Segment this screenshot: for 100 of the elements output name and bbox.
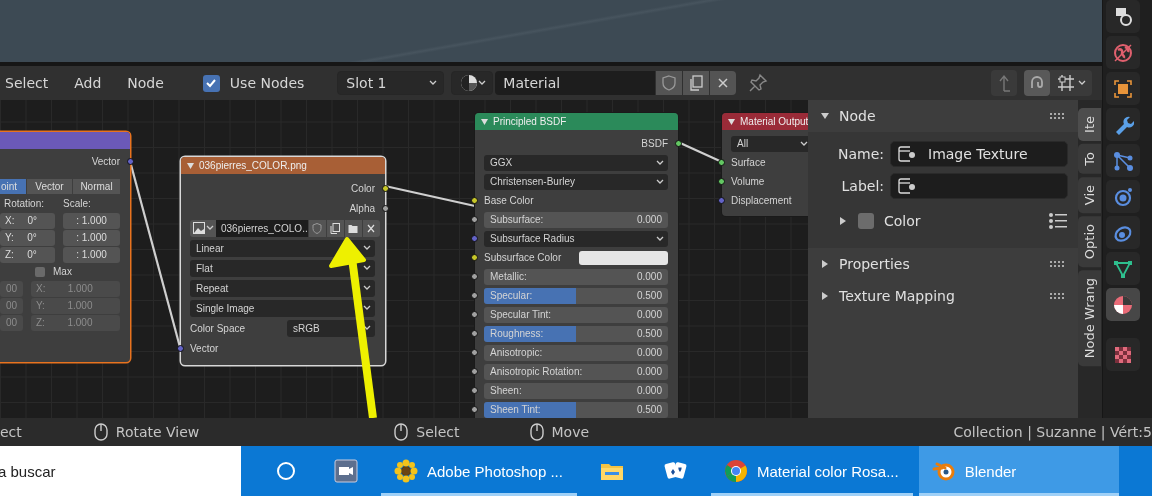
socket-dot[interactable] (382, 204, 389, 212)
number-field[interactable]: : 1.000 (63, 229, 120, 246)
shading-dropdown[interactable] (451, 71, 494, 95)
dropdown[interactable]: Linear (190, 239, 375, 257)
socket-dot[interactable] (471, 311, 478, 318)
collapse-icon[interactable] (187, 162, 194, 169)
sidebar-tab[interactable]: Optio (1078, 215, 1101, 267)
object-tab[interactable] (1106, 72, 1140, 105)
socket-dot[interactable] (471, 197, 478, 204)
modifiers-tab[interactable] (1106, 108, 1140, 141)
socket-dot[interactable] (471, 254, 478, 261)
sidebar-tab[interactable]: Node Wrang (1078, 270, 1101, 367)
duplicate-button[interactable] (326, 219, 344, 237)
material-name-field[interactable]: Material (495, 71, 656, 95)
dropdown[interactable]: Flat (190, 259, 375, 277)
list-icon[interactable] (1048, 212, 1068, 230)
socket-dot[interactable] (471, 235, 478, 242)
world-tab[interactable] (1106, 36, 1140, 69)
socket-dot[interactable] (471, 349, 478, 356)
disclosure-icon[interactable] (820, 111, 830, 121)
segment-tab[interactable]: Vector (27, 179, 72, 194)
socket-dot[interactable] (382, 184, 389, 192)
socket-dot[interactable] (718, 159, 725, 166)
grip-icon[interactable] (1050, 261, 1064, 267)
chrome-taskbar-button[interactable]: Material color Rosa... (710, 446, 913, 496)
number-field[interactable]: X: 0° (0, 212, 55, 229)
collapse-icon[interactable] (728, 118, 735, 125)
physics-tab[interactable] (1106, 180, 1140, 213)
number-field[interactable]: Z: 0° (0, 246, 55, 263)
slider-field[interactable]: Sheen: 0.000 (484, 382, 668, 399)
socket-dot[interactable] (471, 273, 478, 280)
dropdown[interactable]: Subsurface Radius (484, 230, 668, 247)
material-tab[interactable] (1106, 288, 1140, 321)
slider-field[interactable]: Sheen Tint: 0.500 (484, 401, 668, 418)
disclosure-icon[interactable] (820, 291, 830, 301)
camera-tab[interactable] (1106, 0, 1140, 33)
slider-field[interactable]: Anisotropic Rotation: 0.000 (484, 363, 668, 380)
color-swatch[interactable] (579, 250, 668, 265)
pin-icon[interactable] (748, 73, 769, 93)
checkbox[interactable] (202, 74, 220, 92)
constraints-tab[interactable] (1106, 216, 1140, 249)
dropdown[interactable]: sRGB (287, 319, 375, 337)
unlink-button[interactable] (362, 219, 380, 237)
text-field[interactable]: Image Texture (890, 141, 1068, 167)
number-field[interactable]: : 1.000 (63, 246, 120, 263)
dropdown[interactable]: Single Image (190, 299, 375, 317)
segment-tab[interactable]: oint (0, 179, 26, 194)
sidebar-tab[interactable]: Vie (1078, 176, 1101, 213)
panel-header[interactable]: Node (808, 100, 1078, 132)
grip-icon[interactable] (1050, 293, 1064, 299)
menu-item[interactable]: Select (0, 75, 49, 91)
snap-toggle[interactable] (1024, 70, 1050, 96)
collapse-icon[interactable] (481, 118, 488, 125)
slider-field[interactable]: Anisotropic: 0.000 (484, 344, 668, 361)
slider-field[interactable]: Specular: 0.500 (484, 287, 668, 304)
socket-dot[interactable] (177, 344, 184, 352)
panel-header[interactable]: Texture Mapping (808, 280, 1078, 312)
socket-dot[interactable] (718, 197, 725, 204)
text-field[interactable] (890, 173, 1068, 199)
slider-field[interactable]: Metallic: 0.000 (484, 268, 668, 285)
socket-dot[interactable] (471, 406, 478, 413)
data-tab[interactable] (1106, 252, 1140, 285)
texture-tab[interactable] (1106, 338, 1140, 371)
menu-item[interactable]: Node (122, 75, 164, 91)
slider-field[interactable]: Specular Tint: 0.000 (484, 306, 668, 323)
checkbox[interactable] (858, 213, 874, 229)
menu-item[interactable]: Add (69, 75, 102, 91)
dropdown[interactable]: All (731, 135, 808, 152)
socket-dot[interactable] (471, 330, 478, 337)
segment-tab[interactable]: Normal (73, 179, 120, 194)
particles-tab[interactable] (1106, 144, 1140, 177)
fake-user-button[interactable] (656, 71, 683, 95)
number-field[interactable]: Y: 0° (0, 229, 55, 246)
open-file-button[interactable] (344, 219, 362, 237)
slider-field[interactable]: Roughness: 0.500 (484, 325, 668, 342)
slot-dropdown[interactable]: Slot 1 (337, 71, 445, 95)
socket-dot[interactable] (471, 368, 478, 375)
photoshop-taskbar-button[interactable]: Adobe Photoshop ... (381, 446, 577, 496)
close-button[interactable] (710, 71, 737, 95)
dropdown[interactable]: GGX (484, 154, 668, 171)
slider-field[interactable]: Subsurface: 0.000 (484, 211, 668, 228)
checkbox[interactable] (35, 266, 45, 277)
dropdown[interactable]: Repeat (190, 279, 375, 297)
socket-dot[interactable] (471, 387, 478, 394)
disclosure-icon[interactable] (820, 259, 830, 269)
socket-dot[interactable] (471, 292, 478, 299)
image-type-dropdown[interactable] (190, 219, 216, 237)
socket-dot[interactable] (718, 178, 725, 185)
socket-dot[interactable] (675, 140, 682, 147)
socket-dot[interactable] (127, 158, 134, 165)
socket-dot[interactable] (471, 216, 478, 223)
sidebar-tab[interactable]: To (1078, 143, 1101, 174)
panel-header[interactable]: Properties (808, 248, 1078, 280)
snap-dropdown[interactable] (1050, 70, 1092, 96)
duplicate-button[interactable] (683, 71, 710, 95)
dropdown[interactable]: Christensen-Burley (484, 173, 668, 190)
disclosure-icon[interactable] (838, 216, 848, 226)
grip-icon[interactable] (1050, 113, 1064, 119)
image-name-field[interactable]: 036pierres_COLO.. (216, 219, 308, 237)
number-field[interactable]: : 1.000 (63, 212, 120, 229)
